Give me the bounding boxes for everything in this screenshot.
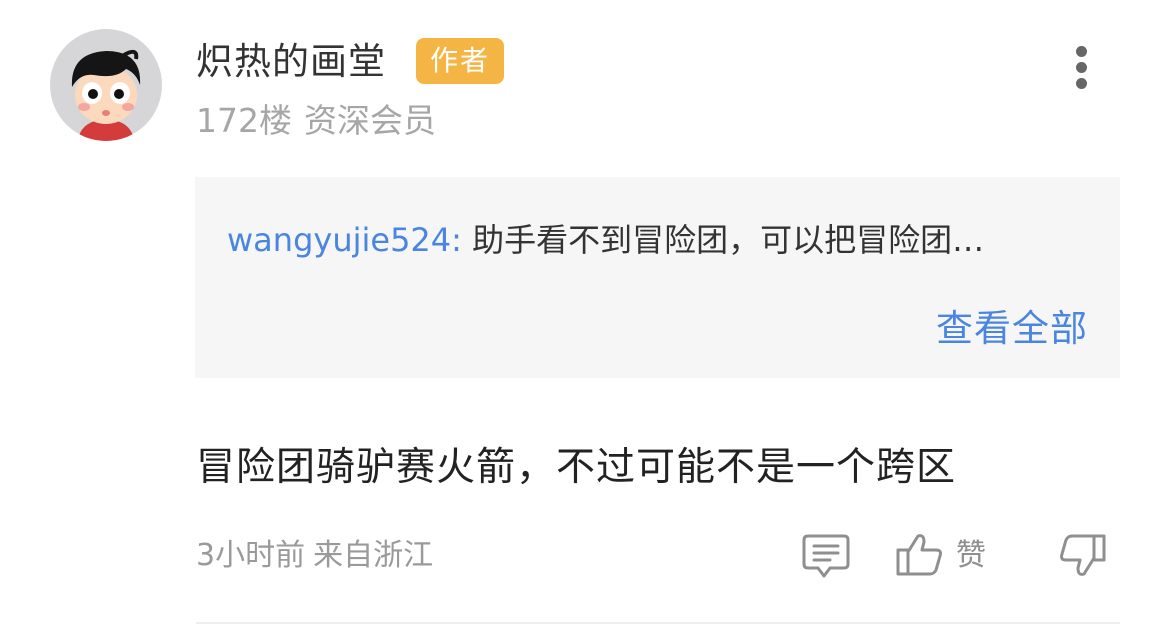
username[interactable]: 炽热的画堂 <box>196 36 386 88</box>
reply-button[interactable] <box>800 528 852 584</box>
comment-icon <box>802 534 850 578</box>
dislike-button[interactable] <box>1054 528 1110 584</box>
floor-number: 172楼 <box>196 101 292 140</box>
quoted-reply-line: wangyujie524: 助手看不到冒险团，可以把冒险团… <box>227 217 1097 263</box>
quoted-reply[interactable]: wangyujie524: 助手看不到冒险团，可以把冒险团… 查看全部 <box>195 177 1120 378</box>
member-level: 资深会员 <box>304 101 436 140</box>
quoted-user-link[interactable]: wangyujie524: <box>227 221 462 259</box>
floor-info: 172楼 资深会员 <box>196 98 436 144</box>
like-button[interactable]: 赞 <box>894 528 1004 584</box>
reply-meta: 3小时前 来自浙江 <box>196 534 433 578</box>
thumbs-up-icon <box>896 534 942 576</box>
view-all-link[interactable]: 查看全部 <box>936 305 1088 353</box>
like-label: 赞 <box>956 538 986 573</box>
reply-content: 冒险团骑驴赛火箭，不过可能不是一个跨区 <box>196 445 957 490</box>
author-badge: 作者 <box>416 38 504 84</box>
avatar[interactable] <box>50 29 162 141</box>
post-time: 3小时前 <box>196 538 306 573</box>
thumbs-down-icon <box>1060 534 1106 576</box>
post-location: 来自浙江 <box>313 538 434 573</box>
more-options-button[interactable] <box>1062 40 1102 94</box>
quoted-text: 助手看不到冒险团，可以把冒险团… <box>472 221 985 259</box>
divider <box>196 622 1120 624</box>
